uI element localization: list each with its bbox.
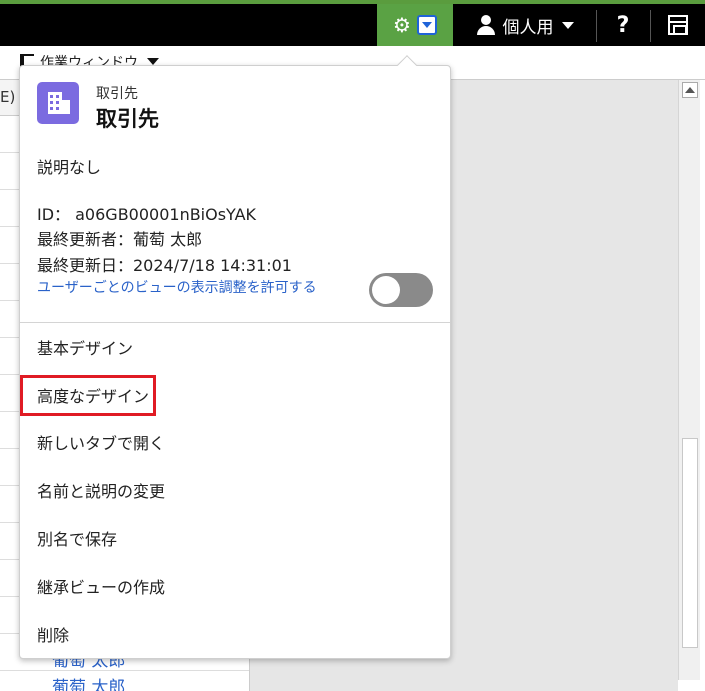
column-header: E) xyxy=(0,88,16,106)
caret-down-icon[interactable] xyxy=(147,58,159,65)
menu-item-rename[interactable]: 名前と説明の変更 xyxy=(37,480,165,504)
view-id: ID： a06GB00001nBiOsYAK xyxy=(37,205,257,224)
menu-item-basic-design[interactable]: 基本デザイン xyxy=(37,337,133,361)
building-icon xyxy=(37,82,79,124)
object-subtitle: 取引先 xyxy=(96,86,138,102)
view-settings-popup: 取引先 取引先 説明なし ID： a06GB00001nBiOsYAK 最終更新… xyxy=(19,55,451,659)
menu-item-open-new-tab[interactable]: 新しいタブで開く xyxy=(37,432,165,456)
highlight-box xyxy=(20,375,156,416)
chevron-down-icon[interactable] xyxy=(416,15,437,35)
scrollbar-thumb[interactable] xyxy=(682,438,698,648)
toggle-knob xyxy=(372,276,400,304)
vertical-scrollbar[interactable] xyxy=(678,80,700,680)
last-modified-date: 最終更新日：2024/7/18 14:31:01 xyxy=(37,256,292,275)
allow-per-user-view-link[interactable]: ユーザーごとのビューの表示調整を許可する xyxy=(37,277,317,297)
layout-button[interactable] xyxy=(651,4,705,46)
user-icon xyxy=(476,15,495,35)
help-icon: ? xyxy=(616,12,630,38)
menu-item-create-inherited-view[interactable]: 継承ビューの作成 xyxy=(37,576,165,600)
caret-down-icon xyxy=(561,21,574,29)
menu-item-save-as[interactable]: 別名で保存 xyxy=(37,528,117,552)
object-title: 取引先 xyxy=(96,107,159,131)
help-button[interactable]: ? xyxy=(597,4,649,46)
description-text: 説明なし xyxy=(37,158,102,177)
gear-icon: ⚙ xyxy=(393,13,411,37)
layout-icon xyxy=(668,15,688,35)
user-menu-label: 個人用 xyxy=(502,17,554,38)
menu-item-delete[interactable]: 削除 xyxy=(37,624,69,648)
record-link[interactable]: 葡萄 太郎 xyxy=(52,673,125,691)
scroll-up-arrow-icon[interactable] xyxy=(682,82,698,98)
user-menu-button[interactable]: 個人用 xyxy=(455,4,595,46)
top-bar: ⚙ 個人用 ? xyxy=(0,0,705,46)
divider xyxy=(20,322,450,323)
last-modified-by: 最終更新者：葡萄 太郎 xyxy=(37,230,203,249)
per-user-view-toggle[interactable] xyxy=(369,273,433,307)
settings-button[interactable]: ⚙ xyxy=(377,4,453,46)
